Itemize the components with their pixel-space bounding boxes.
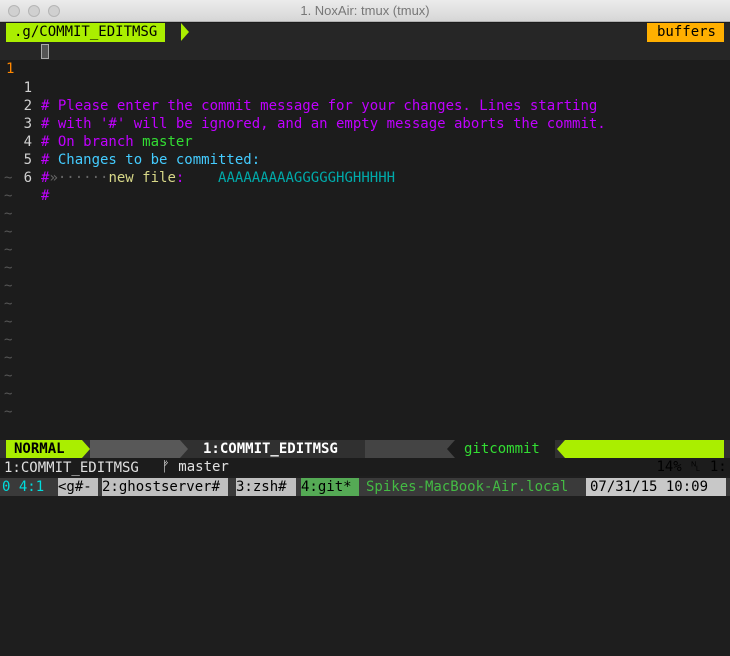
status-file-name: 1:COMMIT_EDITMSG (203, 441, 338, 457)
editor-line[interactable]: 1 # Please enter the commit message for … (0, 61, 730, 114)
window-title: 1. NoxAir: tmux (tmux) (300, 3, 430, 18)
vim-tabline: .g/COMMIT_EDITMSG buffers (0, 23, 730, 42)
tmux-host: Spikes-MacBook-Air.local (366, 479, 569, 495)
buffers-label[interactable]: buffers (646, 23, 724, 42)
empty-line: ~ (0, 385, 730, 403)
tilde-marker: ~ (4, 404, 13, 420)
tab-separator-icon (181, 23, 189, 41)
tilde-marker: ~ (4, 170, 13, 186)
tilde-marker: ~ (4, 278, 13, 294)
empty-line: ~ (0, 205, 730, 223)
empty-line: ~ (0, 313, 730, 331)
empty-line: ~ (0, 169, 730, 187)
vim-statusline: NORMAL ᚠ master 1:COMMIT_EDITMSG gitcomm… (0, 440, 730, 475)
empty-line: ~ (0, 403, 730, 421)
empty-line: ~ (0, 223, 730, 241)
tmux-datetime: 07/31/15 10:09 (586, 478, 726, 496)
empty-line: ~ (0, 241, 730, 259)
editor-line[interactable]: 2 # with '#' will be ignored, and an emp… (0, 79, 730, 132)
tilde-marker: ~ (4, 296, 13, 312)
text-cursor (41, 44, 49, 59)
title-bar: 1. NoxAir: tmux (tmux) (0, 0, 730, 22)
tilde-marker: ~ (4, 260, 13, 276)
tab-commit-editmsg[interactable]: .g/COMMIT_EDITMSG (6, 23, 166, 42)
mode-separator-icon (82, 440, 90, 458)
editor-line[interactable]: 4 # Changes to be committed: (0, 115, 730, 168)
editor-line[interactable]: 6 # (0, 151, 730, 204)
tilde-marker: ~ (4, 242, 13, 258)
empty-line: ~ (0, 295, 730, 313)
tmux-window-2[interactable]: 2:ghostserver# (102, 478, 228, 496)
editor-line[interactable]: 3 # On branch master (0, 97, 730, 150)
tilde-marker: ~ (4, 368, 13, 384)
tmux-status-bar: 0 4:1 <g#- 2:ghostserver# 3:zsh# 4:git* … (0, 478, 730, 496)
empty-line: ~ (0, 367, 730, 385)
position-separator-icon (557, 440, 565, 458)
filetype-separator-icon (447, 440, 455, 458)
status-fill (365, 440, 455, 458)
empty-line: ~ (0, 259, 730, 277)
position-segment: 14% ␤ 1: 0 (565, 440, 727, 475)
tmux-window-1[interactable]: <g#- (58, 478, 98, 496)
editor-line[interactable]: 5 #»······new file: AAAAAAAAAGGGGGHGHHHH… (0, 133, 730, 186)
filetype-indicator: gitcommit (455, 440, 555, 458)
tilde-marker: ~ (4, 350, 13, 366)
tmux-window-3[interactable]: 3:zsh# (236, 478, 296, 496)
vim-command-line[interactable]: 1:COMMIT_EDITMSG (4, 459, 730, 477)
terminal-window: 1. NoxAir: tmux (tmux) .g/COMMIT_EDITMSG… (0, 0, 730, 496)
tilde-marker: ~ (4, 224, 13, 240)
mode-indicator: NORMAL (6, 440, 82, 458)
editor-line-current[interactable]: 1 (0, 42, 730, 77)
tilde-marker: ~ (4, 314, 13, 330)
tilde-marker: ~ (4, 332, 13, 348)
branch-segment: ᚠ master (90, 440, 229, 475)
empty-line: ~ (0, 349, 730, 367)
terminal-area[interactable]: .g/COMMIT_EDITMSG buffers 1 1 # Please e… (0, 22, 730, 496)
tmux-session: 0 4:1 (2, 479, 45, 495)
tilde-marker: ~ (4, 206, 13, 222)
empty-line: ~ (0, 187, 730, 205)
tilde-marker: ~ (4, 188, 13, 204)
empty-line: ~ (0, 331, 730, 349)
tilde-marker: ~ (4, 386, 13, 402)
empty-line: ~ (0, 277, 730, 295)
branch-separator-icon (180, 440, 188, 458)
tmux-window-4-active[interactable]: 4:git* (301, 478, 359, 496)
